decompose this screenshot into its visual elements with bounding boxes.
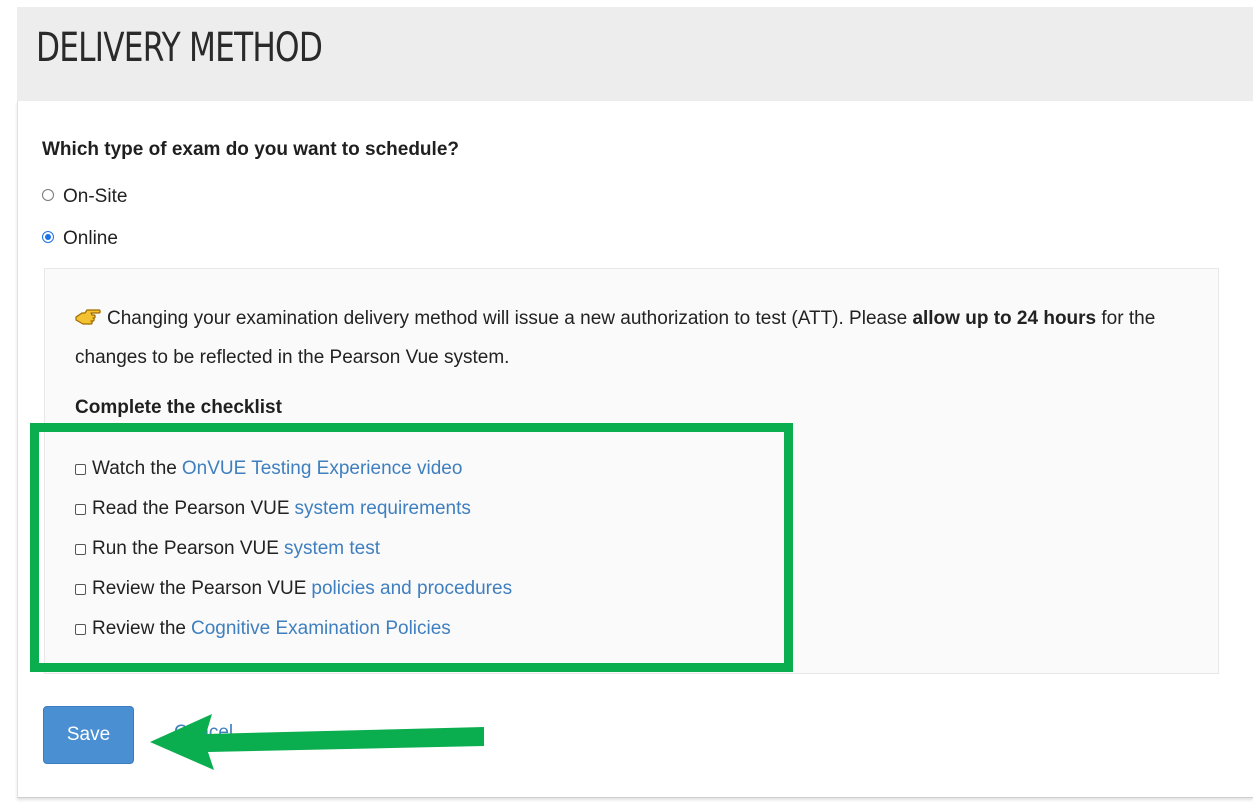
checklist-item-text: Review the [92,618,186,639]
checkbox[interactable] [75,583,86,595]
delivery-card: Which type of exam do you want to schedu… [17,101,1253,798]
checkbox[interactable] [75,543,86,555]
policies-procedures-link[interactable]: policies and procedures [311,578,512,600]
checklist-item-video: Watch the OnVUE Testing Experience video [75,449,775,489]
checklist-item-text: Read the Pearson VUE [92,498,290,519]
checklist-item-system-test: Run the Pearson VUE system test [75,529,775,569]
system-test-link[interactable]: system test [284,538,380,560]
pointing-hand-icon [75,309,101,325]
page-header: DELIVERY METHOD [17,7,1253,101]
exam-type-question: Which type of exam do you want to schedu… [42,139,459,160]
save-button[interactable]: Save [43,706,134,764]
page: DELIVERY METHOD Which type of exam do yo… [0,0,1253,810]
notice-text-before: Changing your examination delivery metho… [107,308,913,329]
checklist-item-text: Review the Pearson VUE [92,578,307,599]
checkbox[interactable] [75,463,86,475]
checklist: Watch the OnVUE Testing Experience video… [75,449,775,649]
system-requirements-link[interactable]: system requirements [295,498,471,520]
radio-on-site-label: On-Site [63,186,128,207]
radio-unchecked-icon[interactable] [42,189,54,201]
cognitive-policies-link[interactable]: Cognitive Examination Policies [191,618,451,640]
checklist-item-requirements: Read the Pearson VUE system requirements [75,489,775,529]
radio-online-label: Online [63,228,118,249]
onvue-video-link[interactable]: OnVUE Testing Experience video [182,458,463,480]
arrow-left-icon [150,714,484,770]
radio-checked-icon[interactable] [42,231,54,243]
radio-online[interactable]: Online [42,227,118,251]
checklist-item-text: Watch the [92,458,177,479]
checklist-item-cognitive: Review the Cognitive Examination Policie… [75,609,775,649]
online-info-panel: Changing your examination delivery metho… [44,268,1219,674]
radio-on-site[interactable]: On-Site [42,185,127,209]
checklist-title: Complete the checklist [75,397,282,418]
delivery-notice: Changing your examination delivery metho… [75,299,1195,377]
page-title: DELIVERY METHOD [36,25,323,71]
checkbox[interactable] [75,503,86,515]
notice-bold: allow up to 24 hours [912,308,1097,329]
checklist-item-policies: Review the Pearson VUE policies and proc… [75,569,775,609]
checkbox[interactable] [75,623,86,635]
checklist-item-text: Run the Pearson VUE [92,538,279,559]
